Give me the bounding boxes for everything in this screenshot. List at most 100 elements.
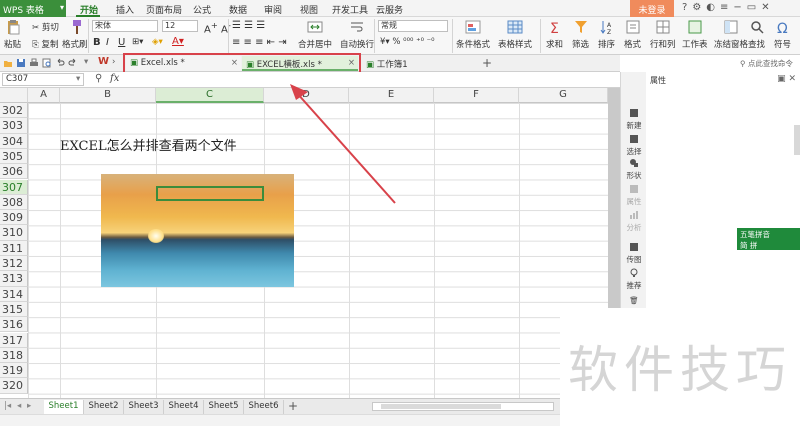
maximize-icon[interactable]: ▭ (747, 2, 756, 13)
open-icon[interactable] (3, 58, 13, 68)
sort-button[interactable]: AZ 排序 (598, 19, 615, 50)
doc-tab-workbook1[interactable]: ▣ 工作簿1 (362, 56, 472, 71)
vertical-scrollbar[interactable] (608, 88, 620, 308)
find-button[interactable]: 查找 (748, 19, 765, 50)
undo-icon[interactable] (55, 58, 65, 68)
row-header[interactable]: 312 (0, 256, 28, 272)
formula-input[interactable] (124, 73, 614, 86)
command-search-hint[interactable]: ⚲ 点此查找命令 (740, 58, 793, 69)
name-box[interactable]: C307 (2, 73, 84, 86)
row-header[interactable]: 315 (0, 301, 28, 318)
row-header[interactable]: 319 (0, 363, 28, 379)
panel-controls[interactable]: ▣ ✕ (777, 74, 796, 84)
font-size-select[interactable]: 12 (162, 20, 198, 32)
row-header[interactable]: 318 (0, 347, 28, 364)
redo-icon[interactable] (68, 58, 78, 68)
row-header[interactable]: 320 (0, 378, 28, 394)
row-header[interactable]: 317 (0, 332, 28, 348)
row-header[interactable]: 310 (0, 225, 28, 241)
side-upload-picture-button[interactable]: 传图 (621, 242, 647, 265)
copy-button[interactable]: ⎘ 复制 (32, 38, 59, 50)
border-icon[interactable]: ⊞▾ (132, 37, 143, 47)
sheet-tab-2[interactable]: Sheet2 (84, 400, 124, 414)
freeze-panes-button[interactable]: 冻结窗格 (714, 19, 748, 50)
wrap-text-button[interactable]: 自动换行 (340, 19, 374, 50)
row-header[interactable]: 304 (0, 133, 28, 149)
sheet-tab-5[interactable]: Sheet5 (204, 400, 244, 414)
menu-formulas[interactable]: 公式 (193, 3, 211, 16)
fx-icon[interactable]: fx (110, 73, 119, 84)
row-header-selected[interactable]: 307 (0, 179, 28, 195)
menu-developer[interactable]: 开发工具 (332, 3, 368, 16)
column-header-b[interactable]: B (60, 88, 156, 103)
sheet-nav-prev-icon[interactable]: ◂ (17, 401, 21, 411)
minimize-icon[interactable]: − (733, 2, 741, 13)
row-header[interactable]: 302 (0, 103, 28, 119)
number-format-select[interactable]: 常规 (378, 20, 448, 32)
row-header[interactable]: 309 (0, 210, 28, 226)
side-shape-button[interactable]: 形状 (621, 158, 647, 181)
font-grow-button[interactable]: A+ A- (204, 20, 231, 35)
filter-button[interactable]: 筛选 (572, 19, 589, 50)
add-sheet-plus-icon[interactable]: + (288, 399, 298, 413)
side-property-button[interactable]: 属性 (621, 184, 647, 207)
menu-cloud[interactable]: 云服务 (376, 3, 403, 16)
menu-view[interactable]: 视图 (300, 3, 318, 16)
settings-icon[interactable]: ⚙ (692, 2, 701, 13)
column-header-d[interactable]: D (264, 88, 349, 103)
side-recommend-button[interactable]: 推荐 (621, 268, 647, 291)
new-tab-plus-icon[interactable]: + (482, 56, 492, 70)
cut-button[interactable]: ✂ 剪切 (32, 21, 59, 33)
row-header[interactable]: 311 (0, 240, 28, 256)
side-new-button[interactable]: 新建 (621, 108, 647, 131)
align-top-icon[interactable]: ☰ ☰ ☰ (232, 20, 265, 31)
app-menu-button[interactable]: WPS 表格 ▾ (0, 0, 66, 17)
selected-cell-c307[interactable] (156, 186, 264, 201)
sheet-tab-3[interactable]: Sheet3 (124, 400, 164, 414)
font-color-icon[interactable]: A▾ (172, 36, 184, 47)
row-header[interactable]: 303 (0, 118, 28, 134)
row-header[interactable]: 306 (0, 164, 28, 180)
scroll-thumb[interactable] (381, 404, 501, 409)
currency-icon[interactable]: ¥▾ % ⁰⁰⁰ ⁺⁰ ⁻⁰ (380, 37, 435, 47)
menu-page-layout[interactable]: 页面布局 (146, 3, 182, 16)
font-name-select[interactable]: 宋体 (92, 20, 158, 32)
bold-button[interactable]: B (93, 37, 101, 48)
chevron-down-icon[interactable]: ▾ (76, 74, 80, 84)
conditional-format-button[interactable]: 条件格式 (456, 19, 490, 50)
format-button[interactable]: 格式 (624, 19, 641, 50)
row-header[interactable]: 314 (0, 286, 28, 302)
menu-data[interactable]: 数据 (229, 3, 247, 16)
paste-button[interactable]: 粘贴 (4, 19, 21, 50)
close-icon[interactable]: ✕ (761, 2, 769, 13)
zoom-icon[interactable]: ⚲ (95, 73, 102, 84)
sheet-tab-4[interactable]: Sheet4 (164, 400, 204, 414)
print-icon[interactable] (29, 58, 39, 68)
underline-button[interactable]: U (118, 37, 125, 48)
print-preview-icon[interactable] (42, 58, 52, 68)
row-header[interactable]: 308 (0, 194, 28, 211)
sum-button[interactable]: Σ 求和 (546, 19, 563, 50)
row-header[interactable]: 305 (0, 148, 28, 165)
column-header-c[interactable]: C (156, 88, 264, 103)
align-left-icon[interactable]: ≡ ≡ ≡ ⇤ ⇥ (232, 37, 287, 48)
worksheet-button[interactable]: 工作表 (682, 19, 708, 50)
row-header[interactable]: 316 (0, 317, 28, 333)
format-painter-button[interactable]: 格式刷 (62, 19, 88, 50)
menu-insert[interactable]: 插入 (116, 3, 134, 16)
qat-dropdown-icon[interactable]: ▾ (84, 57, 88, 67)
trash-icon[interactable]: 🗑 (621, 296, 647, 305)
cell-b304-text[interactable]: EXCEL怎么并排查看两个文件 (60, 135, 237, 154)
column-header-e[interactable]: E (349, 88, 434, 103)
login-button[interactable]: 未登录 (630, 0, 674, 17)
tab-nav-icon[interactable]: › (112, 57, 115, 67)
sheet-nav-next-icon[interactable]: ▸ (27, 401, 31, 411)
skin-icon[interactable]: ◐ (706, 2, 715, 13)
save-icon[interactable] (16, 58, 26, 68)
row-header[interactable]: 313 (0, 271, 28, 287)
help-icon[interactable]: ? (682, 2, 687, 13)
horizontal-scrollbar[interactable] (372, 402, 554, 411)
side-select-button[interactable]: 选择 (621, 134, 647, 157)
panel-scrollbar[interactable] (794, 125, 800, 155)
select-all-corner[interactable] (0, 88, 28, 103)
